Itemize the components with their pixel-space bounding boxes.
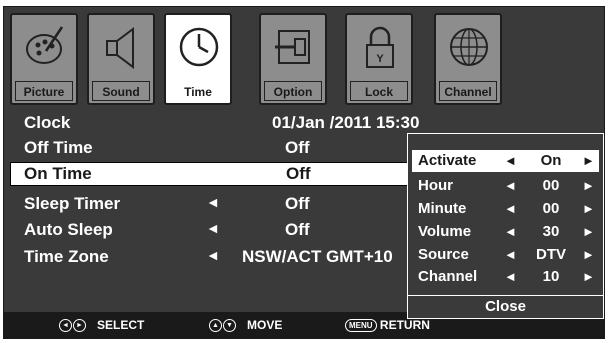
left-key-icon: ◄: [59, 319, 72, 333]
left-arrow-icon[interactable]: ◄: [206, 194, 220, 210]
tab-lock[interactable]: Y Lock: [345, 13, 413, 105]
right-arrow-icon[interactable]: ►: [582, 247, 595, 262]
right-arrow-icon[interactable]: ►: [582, 224, 595, 239]
option-icon: [275, 30, 310, 64]
on-time-popup: Activate ◄ On ► Hour ◄ 00 ► Minute ◄ 00 …: [407, 133, 604, 319]
return-hint: MENU RETURN: [345, 318, 430, 333]
setting-value: 01/Jan /2011 15:30: [272, 113, 420, 132]
speaker-icon: [106, 27, 134, 69]
tab-option[interactable]: Option: [259, 13, 327, 105]
left-arrow-icon[interactable]: ◄: [504, 247, 517, 262]
setting-value: NSW/ACT GMT+10: [242, 247, 393, 266]
hour-row[interactable]: Hour ◄ 00 ►: [412, 175, 599, 197]
source-row[interactable]: Source ◄ DTV ►: [412, 244, 599, 266]
tab-label: Time: [184, 85, 212, 99]
setting-label: Auto Sleep: [24, 220, 113, 239]
setting-label: Clock: [24, 113, 71, 132]
setting-label: On Time: [24, 164, 92, 183]
down-key-icon: ▼: [223, 319, 236, 333]
setting-value: Off: [285, 194, 310, 213]
tab-picture[interactable]: Picture: [10, 13, 78, 105]
left-arrow-icon[interactable]: ◄: [206, 247, 220, 263]
left-arrow-icon[interactable]: ◄: [504, 201, 517, 216]
tab-label: Option: [273, 85, 313, 99]
setting-label: Sleep Timer: [24, 194, 121, 213]
menu-key-icon: MENU: [345, 319, 377, 333]
activate-row[interactable]: Activate ◄ On ►: [412, 150, 599, 172]
setting-label: Off Time: [24, 138, 93, 157]
minute-row[interactable]: Minute ◄ 00 ►: [412, 198, 599, 220]
tab-sound[interactable]: Sound: [87, 13, 155, 105]
left-arrow-icon[interactable]: ◄: [504, 178, 517, 193]
tab-label: Picture: [23, 85, 65, 99]
globe-icon: [450, 28, 488, 66]
setting-value: Off: [286, 164, 311, 183]
tab-channel[interactable]: Channel: [434, 13, 502, 105]
picture-icon: [26, 26, 64, 64]
channel-row[interactable]: Channel ◄ 10 ►: [412, 266, 599, 288]
setting-value: Off: [285, 138, 310, 157]
svg-text:Y: Y: [376, 53, 384, 65]
volume-row[interactable]: Volume ◄ 30 ►: [412, 221, 599, 243]
left-arrow-icon[interactable]: ◄: [206, 220, 220, 236]
lock-icon: Y: [366, 26, 394, 68]
right-arrow-icon[interactable]: ►: [582, 153, 595, 168]
setting-label: Time Zone: [24, 247, 109, 266]
right-arrow-icon[interactable]: ►: [582, 178, 595, 193]
right-arrow-icon[interactable]: ►: [582, 201, 595, 216]
left-arrow-icon[interactable]: ◄: [504, 224, 517, 239]
clock-row[interactable]: Clock 01/Jan /2011 15:30: [10, 111, 570, 135]
left-arrow-icon[interactable]: ◄: [504, 153, 517, 168]
left-arrow-icon[interactable]: ◄: [504, 269, 517, 284]
tab-label: Channel: [444, 85, 492, 99]
right-key-icon: ►: [73, 319, 86, 333]
right-arrow-icon[interactable]: ►: [582, 269, 595, 284]
tab-time[interactable]: Time: [164, 13, 232, 105]
tab-label: Lock: [364, 85, 393, 99]
up-key-icon: ▲: [209, 319, 222, 333]
move-hint: ▲ ▼ MOVE: [209, 318, 282, 333]
menu-tabs: Picture Sound Time Option Y Lock Channel: [10, 13, 598, 108]
tab-label: Sound: [102, 85, 140, 99]
select-hint: ◄ ► SELECT: [59, 318, 144, 333]
setting-value: Off: [285, 220, 310, 239]
clock-icon: [179, 27, 219, 67]
close-button[interactable]: Close: [408, 295, 603, 318]
